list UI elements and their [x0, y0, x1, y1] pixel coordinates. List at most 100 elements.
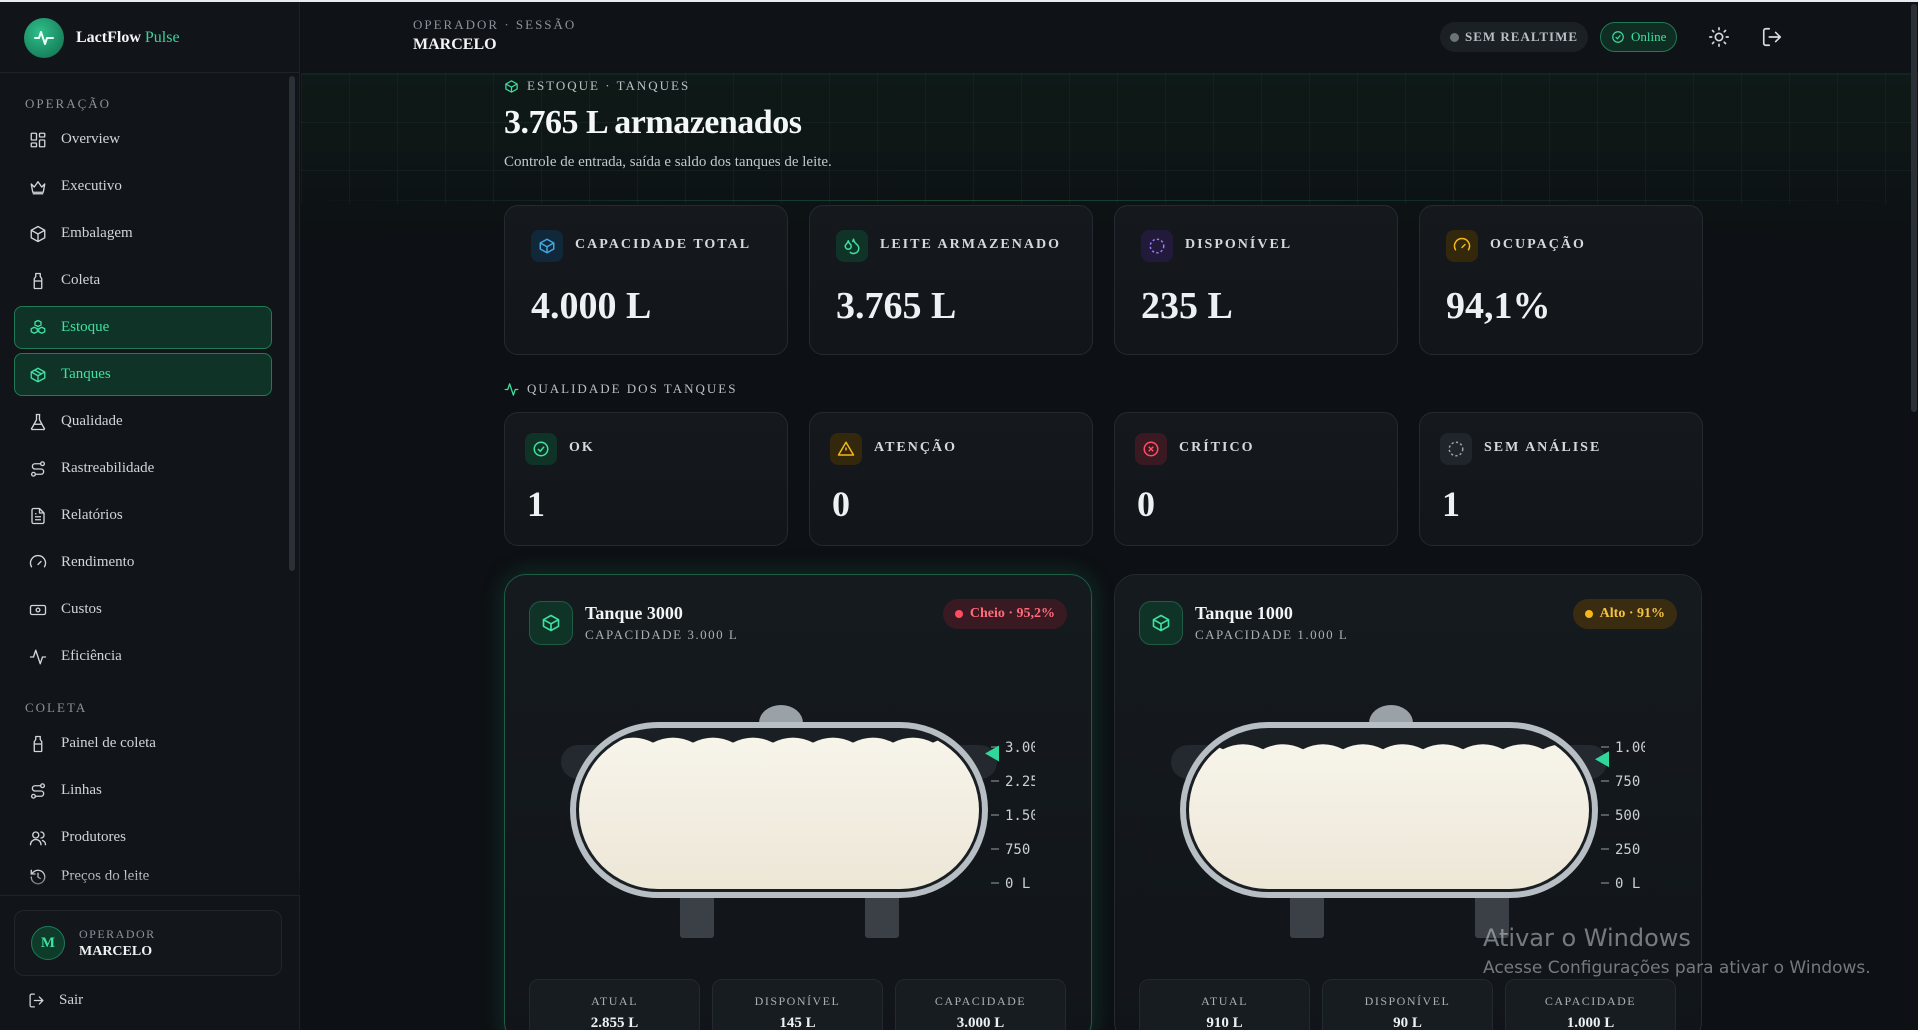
stat-atual: ATUAL 2.855 L	[529, 979, 700, 1030]
logout-label: Sair	[59, 992, 84, 1008]
milk-bottle-icon	[33, 735, 43, 752]
scale-label: 0 L	[1615, 876, 1640, 892]
sidebar-item-rastreabilidade[interactable]: Rastreabilidade	[14, 447, 272, 490]
quality-value: 1	[527, 484, 545, 524]
sidebar-item-qualidade[interactable]: Qualidade	[14, 400, 272, 443]
page-subtitle: Controle de entrada, saída e saldo dos t…	[504, 154, 832, 170]
sidebar-item-estoque[interactable]: Estoque	[14, 306, 272, 349]
online-label: Online	[1631, 29, 1667, 44]
sidebar-item-label: Linhas	[61, 782, 102, 798]
sidebar-item-executivo[interactable]: Executivo	[14, 165, 272, 208]
sidebar-item-eficiencia[interactable]: Eficiência	[14, 635, 272, 678]
tank-capacity: CAPACIDADE 1.000 L	[1195, 627, 1349, 642]
sidebar-item-label: Executivo	[61, 178, 122, 194]
quality-value: 0	[832, 484, 850, 524]
quality-label: CRÍTICO	[1179, 440, 1255, 455]
sidebar-scrollbar[interactable]	[289, 76, 295, 571]
online-status-badge[interactable]: Online	[1600, 22, 1678, 52]
scale-label: 0 L	[1005, 876, 1030, 892]
sidebar-item-relatorios[interactable]: Relatórios	[14, 494, 272, 537]
quality-heading-text: QUALIDADE DOS TANQUES	[527, 381, 738, 396]
page-scrollbar[interactable]	[1911, 4, 1917, 412]
brand-name: LactFlow Pulse	[76, 29, 180, 46]
badge-text: Alto · 91%	[1599, 606, 1665, 621]
operator-name: MARCELO	[413, 36, 497, 53]
gauge-icon	[1446, 230, 1478, 262]
scale-label: 250	[1615, 842, 1640, 858]
stat-value: 94,1%	[1446, 285, 1551, 327]
tank-stats: ATUAL 2.855 L DISPONÍVEL 145 L CAPACIDADE 3…	[529, 979, 1066, 1030]
sun-icon	[1709, 27, 1729, 47]
realtime-label: SEM REALTIME	[1465, 29, 1579, 44]
scale-label: 750	[1615, 774, 1640, 790]
stat-card-disponivel: DISPONÍVEL 235 L	[1114, 205, 1398, 355]
stat-disponivel: DISPONÍVEL 90 L	[1322, 979, 1493, 1030]
report-icon	[31, 507, 45, 524]
tank-icon	[1139, 601, 1183, 645]
package-icon	[30, 225, 46, 242]
stat-capacidade: CAPACIDADE 1.000 L	[1505, 979, 1676, 1030]
nav-section-coleta: COLETA	[25, 700, 88, 715]
stat-value: 4.000 L	[531, 285, 652, 327]
stat-disponivel: DISPONÍVEL 145 L	[712, 979, 883, 1030]
quality-value: 0	[1137, 484, 1155, 524]
stat-label: CAPACIDADE TOTAL	[575, 237, 752, 252]
nav-section-operacao: OPERAÇÃO	[25, 96, 112, 111]
tank-name: Tanque 1000	[1195, 603, 1293, 623]
breadcrumb: ESTOQUE · TANQUES	[504, 78, 690, 94]
header-logout-button[interactable]	[1761, 26, 1783, 53]
quality-card-atencao: ATENÇÃO 0	[809, 412, 1093, 546]
tank-icon	[30, 367, 46, 382]
boxes-icon	[30, 319, 46, 334]
stat-value: 235 L	[1141, 285, 1233, 327]
route-icon	[30, 782, 46, 799]
milk-level	[579, 737, 979, 889]
sidebar-item-embalagem[interactable]: Embalagem	[14, 212, 272, 255]
sidebar-item-overview[interactable]: Overview	[14, 118, 272, 161]
gauge-icon	[29, 554, 47, 567]
user-name: MARCELO	[79, 943, 153, 959]
sidebar-item-custos[interactable]: Custos	[14, 588, 272, 631]
sidebar-item-produtores[interactable]: Produtores	[14, 816, 272, 859]
tank-gauge: 3.000 2.250 1.500 750 0 L	[561, 705, 1035, 938]
user-role: OPERADOR	[79, 926, 156, 941]
stat-capacidade: CAPACIDADE 3.000 L	[895, 979, 1066, 1030]
sidebar-item-label: Estoque	[61, 319, 110, 335]
warning-triangle-icon	[830, 433, 862, 465]
logout-icon	[29, 993, 44, 1008]
quality-card-critico: CRÍTICO 0	[1114, 412, 1398, 546]
sidebar-item-linhas[interactable]: Linhas	[14, 769, 272, 812]
check-circle-icon	[525, 433, 557, 465]
sidebar-item-label: Qualidade	[61, 413, 123, 429]
sidebar-item-tanques[interactable]: Tanques	[14, 353, 272, 396]
tank-icon	[505, 79, 518, 93]
pulse-icon	[29, 649, 47, 664]
stat-value: 3.765 L	[836, 285, 957, 327]
logout-button[interactable]: Sair	[28, 992, 83, 1009]
realtime-status-badge[interactable]: SEM REALTIME	[1440, 22, 1589, 52]
avatar: M	[31, 926, 65, 960]
sidebar-item-label: Embalagem	[61, 225, 133, 241]
pulse-logo-icon	[24, 18, 64, 58]
user-card[interactable]: M OPERADOR MARCELO	[14, 910, 282, 976]
circle-dashed-icon	[1440, 433, 1472, 465]
sidebar: LactFlow Pulse OPERAÇÃO Overview Executi…	[0, 2, 300, 1030]
sidebar-item-label: Relatórios	[61, 507, 123, 523]
pulse-icon	[504, 382, 519, 396]
quality-label: ATENÇÃO	[874, 440, 957, 455]
dashboard-icon	[30, 132, 46, 147]
scale-label: 1.500	[1005, 808, 1035, 824]
stat-atual: ATUAL 910 L	[1139, 979, 1310, 1030]
tank-gauge: 1.000 750 500 250 0 L	[1171, 705, 1645, 938]
status-dot-icon	[1450, 32, 1459, 42]
quality-label: SEM ANÁLISE	[1484, 440, 1602, 455]
sidebar-item-rendimento[interactable]: Rendimento	[14, 541, 272, 584]
section-divider	[301, 200, 1918, 201]
sidebar-item-label: Custos	[61, 601, 102, 617]
scale-label: 1.000	[1615, 740, 1645, 756]
brand[interactable]: LactFlow Pulse	[24, 16, 180, 60]
sidebar-item-coleta[interactable]: Coleta	[14, 259, 272, 302]
tank-card[interactable]: Tanque 3000 CAPACIDADE 3.000 L Cheio · 9…	[504, 574, 1092, 1030]
theme-toggle-button[interactable]	[1708, 26, 1730, 53]
sidebar-item-painel-de-coleta[interactable]: Painel de coleta	[14, 722, 272, 765]
